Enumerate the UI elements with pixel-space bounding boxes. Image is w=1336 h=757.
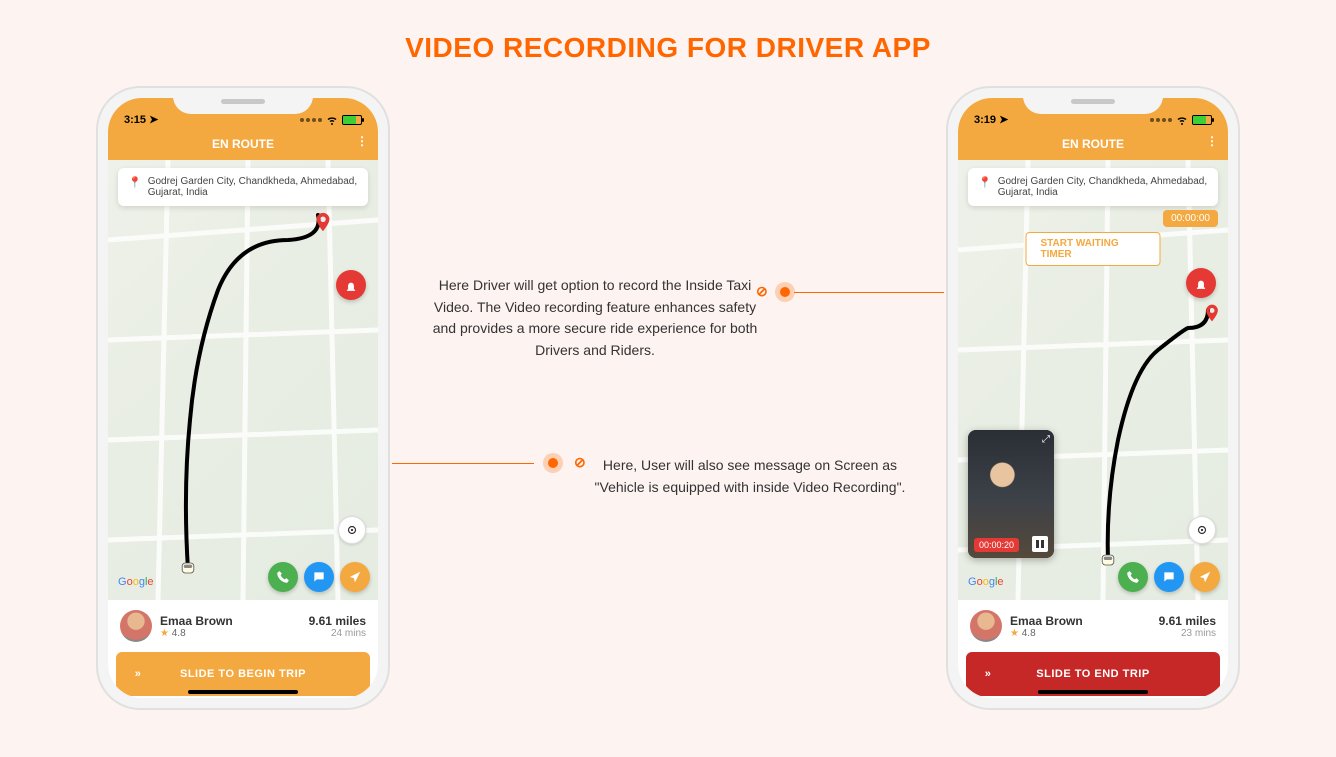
- rider-rating: ★ 4.8: [1010, 628, 1083, 639]
- connector-line-bottom: [392, 463, 534, 464]
- signal-icon: [1150, 118, 1172, 122]
- chat-button[interactable]: [1154, 562, 1184, 592]
- chevron-right-icon: »: [966, 668, 1010, 680]
- address-text: Godrej Garden City, Chandkheda, Ahmedaba…: [148, 176, 358, 198]
- screen-header: EN ROUTE ⋮: [958, 128, 1228, 160]
- phone-notch: [173, 88, 313, 114]
- call-button[interactable]: [1118, 562, 1148, 592]
- eta-value: 23 mins: [1159, 628, 1216, 639]
- eta-value: 24 mins: [309, 628, 366, 639]
- phone-notch: [1023, 88, 1163, 114]
- recording-time: 00:00:20: [974, 538, 1019, 552]
- locate-button[interactable]: [1188, 516, 1216, 544]
- chat-icon: [312, 570, 326, 584]
- wifi-icon: [326, 114, 338, 126]
- slider-label: SLIDE TO END TRIP: [1010, 668, 1220, 680]
- destination-pin-icon: [312, 208, 334, 236]
- header-title: EN ROUTE: [212, 137, 274, 151]
- navigate-icon: [348, 570, 362, 584]
- pin-icon: 📍: [128, 176, 142, 189]
- chevron-right-icon: »: [116, 668, 160, 680]
- location-arrow-icon: ➤: [149, 114, 158, 126]
- home-indicator: [1038, 690, 1148, 694]
- navigate-button[interactable]: [340, 562, 370, 592]
- home-indicator: [188, 690, 298, 694]
- address-text: Godrej Garden City, Chandkheda, Ahmedaba…: [998, 176, 1208, 198]
- connector-line-top: [794, 292, 944, 293]
- annotation-top: Here Driver will get option to record th…: [430, 275, 760, 362]
- slider-label: SLIDE TO BEGIN TRIP: [160, 668, 370, 680]
- crosshair-icon: [345, 523, 359, 537]
- annotation-bottom: Here, User will also see message on Scre…: [580, 455, 920, 498]
- map-view[interactable]: 📍 Godrej Garden City, Chandkheda, Ahmeda…: [108, 160, 378, 600]
- phone-mockup-right: 3:19 ➤ EN ROUTE ⋮ 📍 Godrej Garden City, …: [948, 88, 1238, 708]
- navigate-icon: [1198, 570, 1212, 584]
- distance-value: 9.61 miles: [1159, 614, 1216, 628]
- avatar: [120, 610, 152, 642]
- connector-dot-top: [780, 287, 790, 297]
- phone-icon: [276, 570, 290, 584]
- sos-button[interactable]: [1186, 268, 1216, 298]
- star-icon: ★: [1010, 628, 1019, 639]
- distance-value: 9.61 miles: [309, 614, 366, 628]
- crosshair-icon: [1195, 523, 1209, 537]
- locate-button[interactable]: [338, 516, 366, 544]
- battery-icon: [342, 115, 362, 125]
- pause-button[interactable]: [1032, 536, 1048, 552]
- map-roads: [108, 160, 378, 600]
- status-time: 3:19: [974, 114, 996, 126]
- google-logo: Google: [118, 576, 154, 588]
- sos-button[interactable]: [336, 270, 366, 300]
- status-time: 3:15: [124, 114, 146, 126]
- siren-icon: [1194, 276, 1208, 290]
- map-view[interactable]: 📍 Godrej Garden City, Chandkheda, Ahmeda…: [958, 160, 1228, 600]
- wifi-icon: [1176, 114, 1188, 126]
- connector-dot-bottom: [548, 458, 558, 468]
- rider-rating: ★ 4.8: [160, 628, 233, 639]
- google-logo: Google: [968, 576, 1004, 588]
- pin-icon: 📍: [978, 176, 992, 189]
- start-waiting-timer-button[interactable]: START WAITING TIMER: [1026, 232, 1161, 266]
- rider-card: Emaa Brown ★ 4.8 9.61 miles 24 mins: [108, 600, 378, 652]
- address-card[interactable]: 📍 Godrej Garden City, Chandkheda, Ahmeda…: [118, 168, 368, 206]
- rider-name: Emaa Brown: [160, 614, 233, 628]
- location-arrow-icon: ➤: [999, 114, 1008, 126]
- call-button[interactable]: [268, 562, 298, 592]
- rider-card: Emaa Brown ★ 4.8 9.61 miles 23 mins: [958, 600, 1228, 652]
- more-icon[interactable]: ⋮: [1206, 134, 1218, 148]
- chat-icon: [1162, 570, 1176, 584]
- signal-icon: [300, 118, 322, 122]
- timer-badge: 00:00:00: [1163, 210, 1218, 227]
- phone-mockup-left: 3:15 ➤ EN ROUTE ⋮ 📍 Godrej Garden City, …: [98, 88, 388, 708]
- star-icon: ★: [160, 628, 169, 639]
- car-icon: [1098, 550, 1118, 570]
- siren-icon: [344, 278, 358, 292]
- expand-icon[interactable]: ⤢: [1042, 434, 1050, 445]
- destination-pin-icon: [1202, 300, 1222, 326]
- chat-button[interactable]: [304, 562, 334, 592]
- rider-name: Emaa Brown: [1010, 614, 1083, 628]
- phone-icon: [1126, 570, 1140, 584]
- page-title: VIDEO RECORDING FOR DRIVER APP: [0, 0, 1336, 64]
- car-icon: [178, 558, 198, 578]
- header-title: EN ROUTE: [1062, 137, 1124, 151]
- screen-header: EN ROUTE ⋮: [108, 128, 378, 160]
- battery-icon: [1192, 115, 1212, 125]
- more-icon[interactable]: ⋮: [356, 134, 368, 148]
- video-preview[interactable]: ⤢ 00:00:20: [968, 430, 1054, 558]
- avatar: [970, 610, 1002, 642]
- address-card[interactable]: 📍 Godrej Garden City, Chandkheda, Ahmeda…: [968, 168, 1218, 206]
- navigate-button[interactable]: [1190, 562, 1220, 592]
